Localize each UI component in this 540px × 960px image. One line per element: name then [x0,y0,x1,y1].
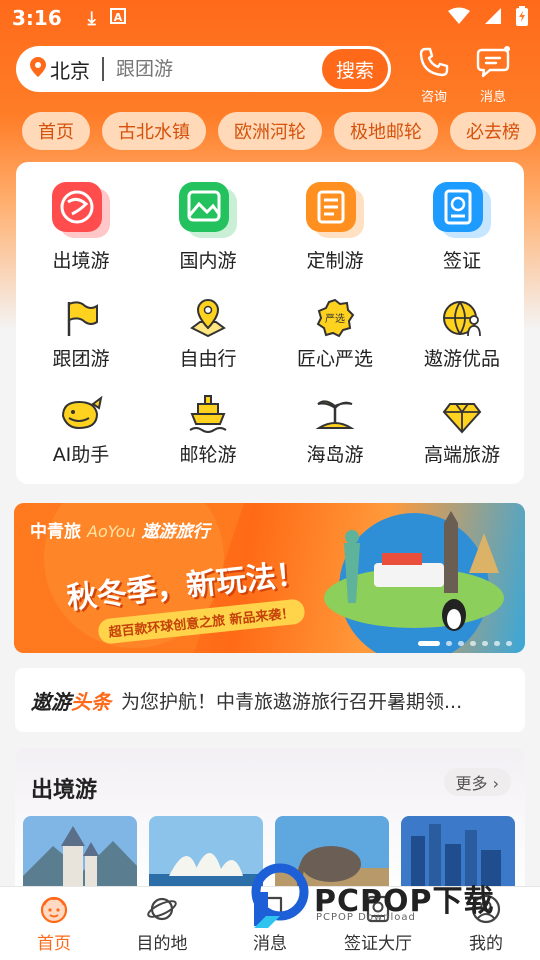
category-cruise-tour[interactable]: 邮轮游 [148,394,268,467]
consult-button[interactable]: 咨询 [414,46,454,105]
city-selector[interactable]: 北京 [50,55,90,84]
banner-brand: 中青旅 [30,522,81,542]
news-headline-bar[interactable]: 遨游 头条 为您护航！中青旅遨游旅行召开暑期领... [15,668,525,732]
passport-icon [433,182,491,238]
category-island-tour[interactable]: 海岛游 [275,394,395,467]
banner-brand-name: 遨游旅行 [141,522,210,542]
category-label: 定制游 [306,250,364,272]
download-icon: ⤓ [87,7,96,29]
category-label: 邮轮游 [179,444,237,466]
pager-dot [446,641,452,646]
pager-dot [482,641,488,646]
category-label: 签证 [442,250,481,272]
search-button[interactable]: 搜索 [322,49,388,89]
search-bar[interactable]: 北京 搜索 [16,46,391,92]
category-label: 跟团游 [52,348,110,370]
category-ai-assistant[interactable]: AI助手 [21,394,141,467]
font-icon: A [109,7,126,29]
battery-icon [516,5,528,31]
cruise-ship-icon [189,395,227,433]
tab-label: 首页 [37,934,71,954]
category-free-travel[interactable]: 自由行 [148,298,268,371]
pager-dot [458,641,464,646]
globe-person-icon [443,301,481,337]
category-label: 海岛游 [306,444,364,466]
category-luxury-tour[interactable]: 高端旅游 [402,394,522,467]
tag-gubei-water-town[interactable]: 古北水镇 [102,112,206,150]
message-bubble-icon [476,46,510,82]
home-face-icon [40,896,68,924]
map-pin-icon [190,298,226,338]
destination-thumb-opera-house[interactable] [149,816,263,896]
banner-pager [418,641,512,646]
tab-label: 签证大厅 [344,934,412,954]
category-group-tour[interactable]: 跟团游 [21,298,141,371]
signal-icon [484,6,502,30]
quality-seal-icon: 严选 [316,298,355,338]
pager-dot [506,641,512,646]
landscape-photo-icon [179,182,237,238]
whale-icon [61,395,103,430]
category-label: 高端旅游 [423,444,500,466]
category-custom-tour[interactable]: 定制游 [275,180,395,273]
svg-text:A: A [113,11,122,24]
tag-home[interactable]: 首页 [22,112,90,150]
category-label: 国内游 [179,250,237,272]
diamond-icon [442,403,482,434]
phone-icon [418,46,450,82]
section-title: 出境游 [31,778,98,803]
palm-island-icon [315,400,355,429]
location-pin-icon [30,57,46,81]
pager-dot [470,641,476,646]
message-button[interactable]: 消息 [473,46,513,105]
status-time: 3:16 [12,6,62,30]
pager-dot [494,641,500,646]
news-brand-part2: 头条 [71,689,111,714]
consult-label: 咨询 [420,90,447,105]
category-craft-selection[interactable]: 严选 匠心严选 [275,298,395,371]
news-text: 为您护航！中青旅遨游旅行召开暑期领... [121,690,463,713]
category-label: AI助手 [52,444,110,466]
watermark-logo-icon [251,863,309,928]
tab-label: 目的地 [136,934,188,954]
wifi-icon [448,6,470,30]
quick-tag-row: 首页 古北水镇 欧洲河轮 极地邮轮 必去榜 [22,112,540,150]
category-label: 匠心严选 [296,348,373,370]
message-label: 消息 [479,90,506,105]
promo-banner[interactable]: 中青旅 AoYou 遨游旅行 秋冬季，新玩法！ 超百款环球创意之旅 新品来袭！ [14,503,525,653]
watermark-subtitle: PCPOP Download [316,912,416,923]
category-label: 自由行 [179,348,237,370]
checklist-icon [306,182,364,238]
globe-plane-icon [52,182,110,238]
category-label: 出境游 [52,250,110,272]
flag-icon [67,301,98,336]
tag-polar-cruise[interactable]: 极地邮轮 [334,112,438,150]
search-divider [102,57,104,81]
tab-label: 我的 [469,934,503,954]
destination-thumb-castle[interactable] [23,816,137,896]
banner-brand-en: AoYou [87,522,136,541]
status-bar: 3:16 ⤓ A [0,0,540,36]
svg-text:严选: 严选 [325,312,345,325]
tag-europe-river-cruise[interactable]: 欧洲河轮 [218,112,322,150]
category-outbound-tour[interactable]: 出境游 [21,180,141,273]
banner-logo: 中青旅 AoYou 遨游旅行 [30,517,210,542]
category-aoyou-premium[interactable]: 遨游优品 [402,298,522,371]
category-label: 遨游优品 [423,348,500,370]
tab-home[interactable]: 首页 [0,893,108,954]
planet-icon [147,897,177,921]
news-brand-part1: 遨游 [31,689,71,714]
category-visa[interactable]: 签证 [402,180,522,273]
tab-label: 消息 [253,934,287,954]
category-domestic-tour[interactable]: 国内游 [148,180,268,273]
tab-destination[interactable]: 目的地 [108,893,216,954]
watermark: PCPOP下载 PCPOP Download [250,858,530,928]
pager-dot-active [418,641,440,646]
tag-must-visit[interactable]: 必去榜 [450,112,536,150]
section-more-button[interactable]: 更多 › [443,768,511,796]
